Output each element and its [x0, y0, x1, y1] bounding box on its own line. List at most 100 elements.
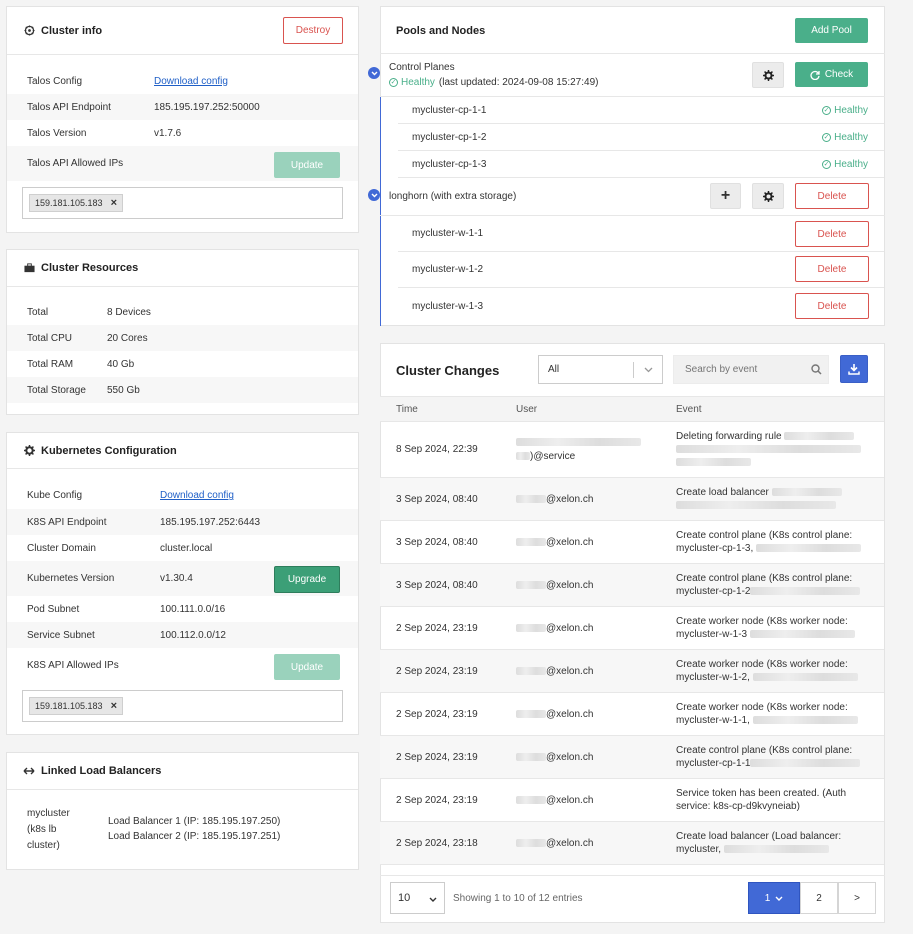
refresh-icon: [810, 70, 820, 80]
ip-chip-label: 159.181.105.183: [35, 701, 103, 711]
talos-config-label: Talos Config: [27, 75, 83, 87]
next-page-button[interactable]: >: [838, 882, 876, 914]
download-button[interactable]: [840, 355, 868, 383]
pod-subnet-value: 100.111.0.0/16: [160, 603, 226, 615]
row-user-domain: @xelon.ch: [546, 665, 594, 677]
row-event-text: mycluster-cp-1-2: [676, 586, 751, 597]
load-balancers-header: Linked Load Balancers: [7, 753, 358, 790]
arrows-horizontal-icon: [23, 765, 35, 777]
upgrade-button[interactable]: Upgrade: [274, 566, 340, 593]
search-input[interactable]: [674, 356, 804, 383]
row-event-text: mycluster,: [676, 844, 722, 855]
row-user: @xelon.ch: [516, 838, 593, 849]
delete-node-button[interactable]: Delete: [795, 293, 869, 319]
talos-update-button[interactable]: Update: [274, 152, 340, 178]
delete-node-button[interactable]: Delete: [795, 256, 869, 282]
healthy-status: ✓ Healthy: [389, 77, 435, 88]
load-balancer-group-name: mycluster (k8s lb cluster): [27, 806, 70, 854]
control-planes-status: ✓ Healthy (last updated: 2024-09-08 15:27…: [389, 77, 598, 88]
table-row: 2 Sep 2024, 23:19 @xelon.ch Create worke…: [380, 650, 884, 693]
resource-value: 550 Gb: [107, 384, 140, 396]
talos-allowed-ips-input[interactable]: 159.181.105.183 ×: [22, 187, 343, 219]
check-circle-icon: ✓: [389, 78, 398, 87]
destroy-button[interactable]: Destroy: [283, 17, 343, 44]
chevron-down-icon: [429, 897, 437, 902]
row-event-text: mycluster-cp-1-1: [676, 758, 751, 769]
column-time: Time: [396, 404, 418, 415]
row-user-domain: @xelon.ch: [546, 493, 594, 505]
pod-subnet-row: Pod Subnet 100.111.0.0/16: [7, 596, 358, 622]
remove-ip-icon[interactable]: ×: [111, 700, 117, 711]
row-user: @xelon.ch: [516, 623, 593, 634]
cluster-changes-title: Cluster Changes: [396, 363, 500, 378]
table-row: 2 Sep 2024, 23:18 @xelon.ch Create load …: [380, 822, 884, 865]
add-node-button[interactable]: +: [710, 183, 741, 209]
node-name: mycluster-w-1-1: [412, 228, 484, 239]
row-user: @xelon.ch: [516, 494, 593, 505]
kube-config-label: Kube Config: [27, 490, 83, 501]
talos-version-row: Talos Version v1.7.6: [7, 120, 358, 146]
briefcase-icon: [23, 262, 35, 274]
row-event-text: Create worker node (K8s worker node:: [676, 616, 848, 627]
kube-download-config-link[interactable]: Download config: [160, 490, 234, 501]
table-row: 2 Sep 2024, 23:19 @xelon.ch Create worke…: [380, 607, 884, 650]
download-icon: [848, 364, 860, 375]
node-name: mycluster-cp-1-2: [412, 131, 487, 143]
page-1-button[interactable]: 1: [748, 882, 800, 914]
row-event: Create worker node (K8s worker node: mycl…: [676, 615, 871, 641]
row-user: @xelon.ch: [516, 709, 593, 720]
delete-node-button[interactable]: Delete: [795, 221, 869, 247]
service-subnet-value: 100.112.0.0/12: [160, 629, 226, 641]
column-user: User: [516, 404, 538, 415]
kubernetes-version-label: Kubernetes Version: [27, 573, 115, 584]
add-pool-button[interactable]: Add Pool: [795, 18, 868, 43]
row-event: Create worker node (K8s worker node: mycl…: [676, 701, 871, 727]
k8s-update-button[interactable]: Update: [274, 654, 340, 680]
talos-download-config-link[interactable]: Download config: [154, 76, 228, 87]
control-planes-settings-button[interactable]: [752, 62, 784, 88]
page-2-button[interactable]: 2: [800, 882, 838, 914]
row-event-text: mycluster-w-1-2,: [676, 672, 750, 683]
plus-icon: +: [720, 187, 731, 204]
search-icon: [811, 364, 822, 375]
table-row: 8 Sep 2024, 22:39 )@service Deleting for…: [380, 422, 884, 478]
talos-api-endpoint-label: Talos API Endpoint: [27, 101, 111, 113]
load-balancers-title: Linked Load Balancers: [41, 765, 162, 777]
worker-pool-settings-button[interactable]: [752, 183, 784, 209]
row-event: Create control plane (K8s control plane:…: [676, 744, 871, 770]
page-size-select[interactable]: 10: [390, 882, 445, 914]
remove-ip-icon[interactable]: ×: [111, 197, 117, 208]
row-user-domain: @xelon.ch: [546, 622, 594, 634]
talos-version-label: Talos Version: [27, 127, 87, 139]
row-event-text: Create worker node (K8s worker node:: [676, 659, 848, 670]
row-user: @xelon.ch: [516, 752, 593, 763]
event-filter-value: All: [548, 364, 560, 375]
resource-label: Total RAM: [27, 358, 74, 370]
check-circle-icon: ✓: [822, 105, 832, 115]
service-subnet-label: Service Subnet: [27, 629, 95, 641]
row-event: Create control plane (K8s control plane:…: [676, 572, 871, 598]
ip-chip-label: 159.181.105.183: [35, 198, 103, 208]
node-row: mycluster-w-1-3 Delete: [398, 288, 884, 325]
k8s-allowed-ips-input[interactable]: 159.181.105.183 ×: [22, 690, 343, 722]
event-filter-select[interactable]: All: [538, 355, 663, 384]
node-status: ✓ Healthy: [822, 132, 868, 143]
k8s-api-endpoint-row: K8S API Endpoint 185.195.197.252:6443: [7, 509, 358, 535]
row-time: 2 Sep 2024, 23:19: [396, 751, 478, 763]
collapse-toggle-icon[interactable]: [368, 67, 380, 79]
collapse-toggle-icon[interactable]: [368, 189, 380, 201]
row-user-domain: @xelon.ch: [546, 708, 594, 720]
row-user-domain: @xelon.ch: [546, 837, 594, 849]
check-circle-icon: ✓: [822, 132, 832, 142]
talos-version-value: v1.7.6: [154, 127, 182, 139]
control-planes-name: Control Planes: [389, 62, 455, 73]
cluster-info-card: Cluster info Destroy Talos Config Downlo…: [6, 6, 359, 233]
row-time: 3 Sep 2024, 08:40: [396, 536, 478, 548]
pools-nodes-title: Pools and Nodes: [396, 25, 486, 37]
check-button[interactable]: Check: [795, 62, 868, 87]
row-event-text: Create worker node (K8s worker node:: [676, 702, 848, 713]
table-row: 3 Sep 2024, 08:40 @xelon.ch Create load …: [380, 478, 884, 521]
lb-name-line: mycluster: [27, 808, 70, 819]
delete-pool-button[interactable]: Delete: [795, 183, 869, 209]
kubernetes-version-value: v1.30.4: [160, 573, 193, 584]
